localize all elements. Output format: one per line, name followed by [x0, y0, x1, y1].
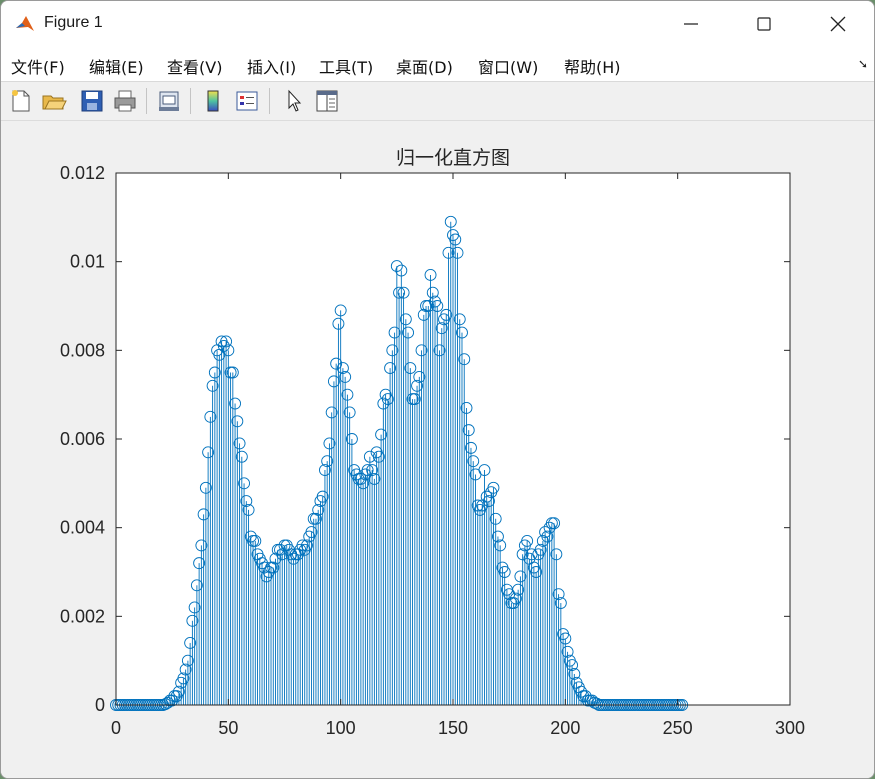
x-tick-label: 300 [775, 718, 805, 738]
y-tick-label: 0.004 [60, 518, 105, 538]
x-tick-label: 250 [663, 718, 693, 738]
menu-window[interactable]: 窗口(W) [478, 54, 538, 78]
menu-bar: 文件(F) 编辑(E) 查看(V) 插入(I) 工具(T) 桌面(D) 窗口(W… [1, 47, 874, 82]
y-tick-label: 0.006 [60, 429, 105, 449]
toolbar-separator [190, 88, 191, 114]
y-tick-label: 0.008 [60, 340, 105, 360]
save-icon[interactable] [79, 88, 105, 114]
window-title: Figure 1 [44, 14, 103, 31]
maximize-button[interactable] [741, 1, 787, 47]
toolbar-separator [269, 88, 270, 114]
toolbar-separator [146, 88, 147, 114]
open-file-icon[interactable] [41, 88, 67, 114]
pointer-icon[interactable] [281, 88, 307, 114]
menu-tools[interactable]: 工具(T) [319, 54, 373, 78]
menu-insert[interactable]: 插入(I) [247, 54, 296, 78]
chart-title: 归一化直方图 [396, 147, 510, 169]
y-tick-label: 0.012 [60, 163, 105, 183]
matlab-icon [14, 13, 36, 35]
figure-toolbar [1, 82, 874, 121]
figure-window: Figure 1 文件(F) 编辑(E) 查看(V) 插入(I) 工具(T) 桌… [0, 0, 875, 779]
menu-help[interactable]: 帮助(H) [564, 54, 621, 78]
close-icon [830, 16, 846, 32]
stem-chart: 归一化直方图 0 50 100 150 200 250 300 0 0.002 0.004 0.00… [60, 147, 805, 738]
colorbar-icon[interactable] [200, 88, 226, 114]
menu-view[interactable]: 查看(V) [167, 54, 222, 78]
print-preview-icon[interactable] [156, 88, 182, 114]
figure-canvas[interactable]: 归一化直方图 0 50 100 150 200 250 300 0 0.002 0.004 0.00… [1, 121, 874, 778]
menu-desktop[interactable]: 桌面(D) [396, 54, 453, 78]
x-tick-label: 0 [111, 718, 121, 738]
legend-icon[interactable] [234, 88, 260, 114]
y-tick-label: 0 [95, 695, 105, 715]
maximize-icon [757, 17, 771, 31]
new-figure-icon[interactable] [8, 88, 34, 114]
y-tick-label: 0.01 [70, 252, 105, 272]
x-tick-label: 200 [550, 718, 580, 738]
property-inspector-icon[interactable] [314, 88, 340, 114]
close-button[interactable] [815, 1, 861, 47]
menu-file[interactable]: 文件(F) [11, 54, 65, 78]
x-tick-label: 100 [326, 718, 356, 738]
minimize-icon [684, 23, 698, 25]
title-bar[interactable]: Figure 1 [1, 1, 874, 47]
dock-arrow-icon[interactable]: ➘ [858, 57, 868, 71]
x-tick-label: 150 [438, 718, 468, 738]
y-tick-label: 0.002 [60, 606, 105, 626]
menu-edit[interactable]: 编辑(E) [89, 54, 144, 78]
print-icon[interactable] [112, 88, 138, 114]
x-tick-label: 50 [218, 718, 238, 738]
minimize-button[interactable] [668, 1, 714, 47]
